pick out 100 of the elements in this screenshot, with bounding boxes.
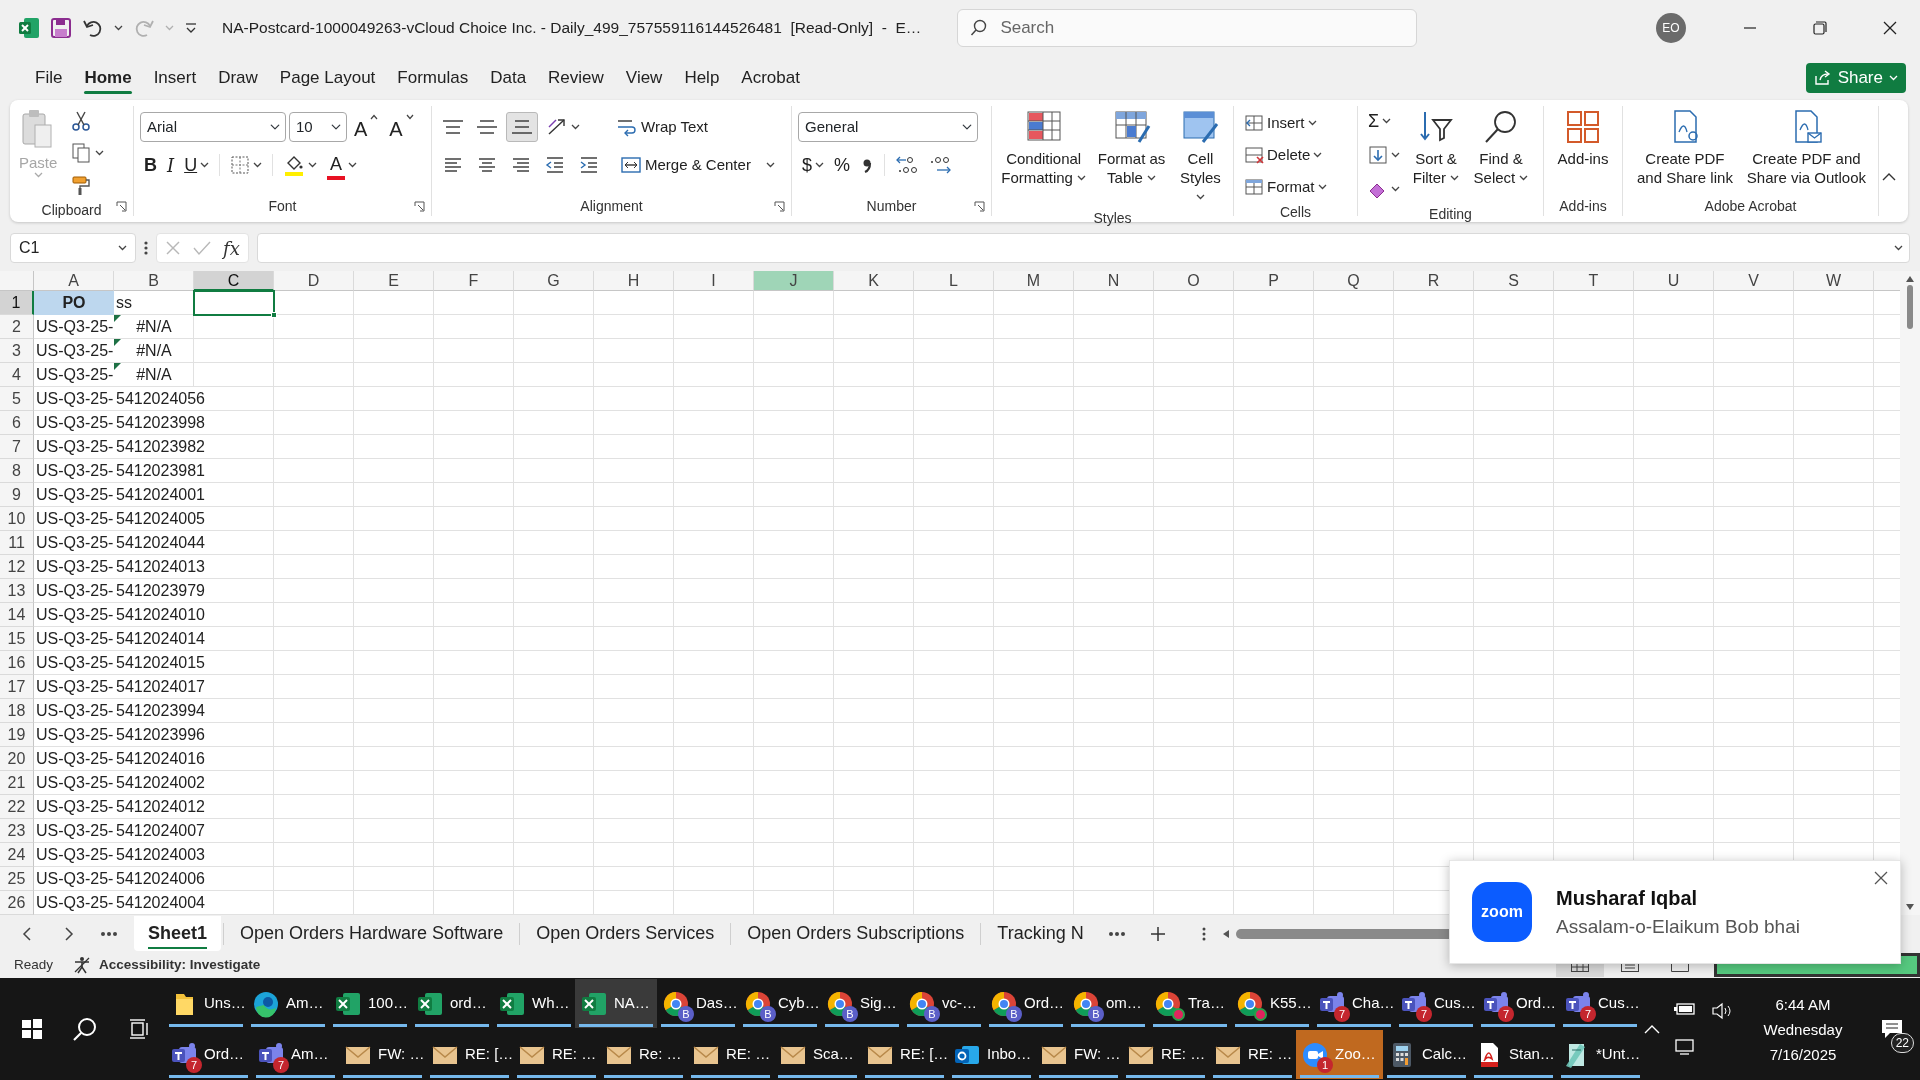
taskbar-button[interactable]: Uns… <box>165 979 247 1028</box>
merge-center-button[interactable]: Merge & Center <box>616 150 779 180</box>
row-header[interactable]: 8 <box>0 459 34 483</box>
taskbar-button[interactable]: B om… <box>1067 979 1149 1028</box>
more-icon[interactable] <box>100 930 118 937</box>
row-header[interactable]: 1 <box>0 291 34 315</box>
cell-styles-button[interactable]: Cell Styles <box>1173 106 1227 208</box>
increase-font-button[interactable]: A <box>350 112 383 142</box>
sheet-tab[interactable]: Open Orders Services <box>522 916 729 951</box>
sheet-tab[interactable]: Tracking N <box>983 916 1098 951</box>
number-format-field[interactable]: General <box>798 112 978 142</box>
network-icon[interactable] <box>1674 1038 1696 1056</box>
search-field[interactable]: Search <box>957 9 1418 47</box>
row-header[interactable]: 24 <box>0 843 34 867</box>
taskbar-button[interactable]: Inbo… <box>948 1030 1035 1079</box>
row-header[interactable]: 26 <box>0 891 34 915</box>
bold-button[interactable]: B <box>140 150 161 180</box>
more-vertical-icon[interactable] <box>1201 925 1206 942</box>
taskbar-button[interactable]: B Ord… <box>985 979 1067 1028</box>
row-header[interactable]: 7 <box>0 435 34 459</box>
more-icon[interactable] <box>1107 930 1126 937</box>
taskbar-button[interactable]: RE: … <box>1209 1030 1296 1079</box>
customize-icon[interactable] <box>184 21 198 35</box>
dialog-launcher-icon[interactable] <box>774 201 785 212</box>
taskbar-button[interactable]: 7 Cus… <box>1395 979 1477 1028</box>
wrap-text-button[interactable]: Wrap Text <box>612 112 712 142</box>
taskbar-button[interactable]: 1 Zoo… <box>1296 1030 1383 1079</box>
find-select-button[interactable]: Find & Select <box>1468 106 1534 189</box>
ribbon-tab[interactable]: Review <box>537 62 615 94</box>
clock-time[interactable]: 6:44 AM <box>1775 991 1831 1017</box>
row-header[interactable]: 4 <box>0 363 34 387</box>
taskbar-button[interactable]: Sca… <box>774 1030 861 1079</box>
row-header[interactable]: 23 <box>0 819 34 843</box>
taskbar-button[interactable]: FW: … <box>1035 1030 1122 1079</box>
ribbon-tab[interactable]: Insert <box>142 62 208 94</box>
ribbon-tab[interactable]: View <box>614 62 674 94</box>
format-as-table-button[interactable]: Format as Table <box>1091 106 1172 189</box>
font-color-button[interactable]: A <box>323 150 362 180</box>
taskbar-button[interactable]: RE: [… <box>426 1030 513 1079</box>
taskbar-button[interactable]: Wh… <box>493 979 575 1028</box>
battery-icon[interactable] <box>1674 1002 1696 1016</box>
taskbar-button[interactable]: 7 Cha… <box>1313 979 1395 1028</box>
bottom-align-button[interactable] <box>506 112 538 142</box>
row-header[interactable]: 14 <box>0 603 34 627</box>
chevron-up-icon[interactable] <box>1644 1024 1660 1034</box>
clock-day[interactable]: Wednesday <box>1763 1016 1843 1042</box>
row-header[interactable]: 18 <box>0 699 34 723</box>
row-header[interactable]: 12 <box>0 555 34 579</box>
add-icon[interactable] <box>1149 925 1166 942</box>
row-header[interactable]: 10 <box>0 507 34 531</box>
ribbon-tab[interactable]: Data <box>479 62 538 94</box>
row-header[interactable]: 13 <box>0 579 34 603</box>
row-header[interactable]: 21 <box>0 771 34 795</box>
sheet-tab[interactable]: Open Orders Hardware Software <box>226 916 518 951</box>
scroll-up-icon[interactable] <box>1905 275 1915 283</box>
create-pdf-share-link-button[interactable]: Create PDF and Share link <box>1629 106 1741 189</box>
taskbar-button[interactable]: Tra… <box>1149 979 1231 1028</box>
collapse-icon[interactable] <box>1882 172 1896 182</box>
taskbar-button[interactable]: FW: … <box>339 1030 426 1079</box>
next-icon[interactable] <box>64 925 74 942</box>
sheet-tab[interactable]: Sheet1 <box>134 916 222 951</box>
taskbar-button[interactable]: B Das… <box>657 979 739 1028</box>
error-indicator-icon[interactable] <box>114 363 121 370</box>
conditional-formatting-button[interactable]: Conditional Formatting <box>998 106 1090 189</box>
dialog-launcher-icon[interactable] <box>974 201 985 212</box>
active-cell[interactable] <box>193 290 275 316</box>
row-header[interactable]: 6 <box>0 411 34 435</box>
row-header[interactable]: 25 <box>0 867 34 891</box>
scroll-down-icon[interactable] <box>1905 903 1915 911</box>
ribbon-tab[interactable]: Page Layout <box>268 62 387 94</box>
currency-button[interactable]: $ <box>798 150 828 180</box>
ribbon-tab[interactable]: Draw <box>207 62 269 94</box>
row-header[interactable]: 17 <box>0 675 34 699</box>
row-header[interactable]: 15 <box>0 627 34 651</box>
sort-filter-button[interactable]: Sort & Filter <box>1408 106 1464 189</box>
delete-cells-button[interactable]: Delete <box>1240 140 1331 170</box>
checkmark-icon[interactable] <box>193 240 211 256</box>
row-header[interactable]: 11 <box>0 531 34 555</box>
speaker-icon[interactable] <box>1712 1002 1734 1020</box>
taskbar-button[interactable]: RE: … <box>687 1030 774 1079</box>
avatar[interactable]: EO <box>1656 13 1686 43</box>
taskbar-button[interactable]: B Sig… <box>821 979 903 1028</box>
insert-cells-button[interactable]: Insert <box>1240 108 1331 138</box>
font-size-field[interactable]: 10 <box>289 112 347 142</box>
ribbon-tab[interactable]: Acrobat <box>730 62 811 94</box>
ribbon-tab[interactable]: File <box>24 62 74 94</box>
ribbon-tab[interactable]: Formulas <box>386 62 480 94</box>
ribbon-tab[interactable]: Help <box>673 62 731 94</box>
clock-date[interactable]: 7/16/2025 <box>1769 1041 1837 1067</box>
row-header[interactable]: 22 <box>0 795 34 819</box>
row-header[interactable]: 20 <box>0 747 34 771</box>
taskbar-button[interactable]: RE: … <box>1122 1030 1209 1079</box>
dialog-launcher-icon[interactable] <box>414 201 425 212</box>
row-header[interactable]: 3 <box>0 339 34 363</box>
add-ins-button[interactable]: Add-ins <box>1550 106 1616 170</box>
row-header[interactable]: 19 <box>0 723 34 747</box>
create-pdf-outlook-button[interactable]: Create PDF and Share via Outlook <box>1740 106 1872 189</box>
taskbar-button[interactable]: NA… <box>575 979 657 1028</box>
taskbar-button[interactable]: Calc… <box>1383 1030 1470 1079</box>
error-indicator-icon[interactable] <box>114 339 121 346</box>
